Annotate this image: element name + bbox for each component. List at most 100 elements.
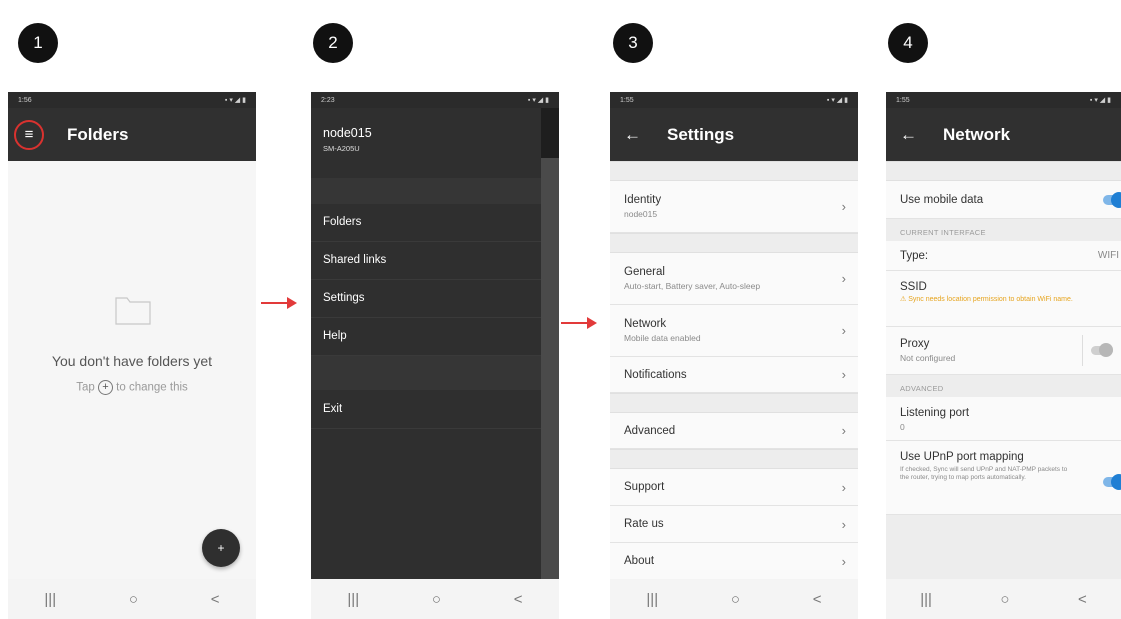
phone-folders-screen: 1:56 ▪ ▾ ◢ ▮ ≡ Folders You don't have fo… — [8, 92, 256, 619]
page-title: Settings — [667, 124, 735, 144]
folder-icon — [115, 297, 151, 325]
home-button[interactable]: ○ — [1000, 591, 1009, 608]
row-title: Rate us — [624, 518, 664, 530]
home-button[interactable]: ○ — [129, 591, 138, 608]
status-time: 1:55 — [896, 96, 910, 104]
settings-list: Identity node015 › General Auto-start, B… — [610, 161, 858, 580]
status-bar: 1:55 ▪ ▾ ◢ ▮ — [886, 92, 1121, 108]
drawer-item-shared-links[interactable]: Shared links — [311, 242, 541, 280]
recents-button[interactable]: ||| — [920, 591, 932, 608]
proxy-toggle[interactable] — [1091, 343, 1113, 357]
settings-row-about[interactable]: About › — [610, 543, 858, 580]
back-arrow-icon[interactable]: ← — [900, 125, 917, 145]
network-settings-list: Use mobile data CURRENT INTERFACE Type: … — [886, 161, 1121, 579]
back-button[interactable]: < — [813, 591, 822, 608]
row-title: Use UPnP port mapping — [900, 451, 1024, 463]
interface-type-value: WIFI — [1097, 250, 1119, 261]
settings-row-support[interactable]: Support › — [610, 469, 858, 506]
upnp-row[interactable]: Use UPnP port mapping If checked, Sync w… — [886, 441, 1121, 515]
scrim-appbar-shade — [541, 108, 559, 158]
settings-row-identity[interactable]: Identity node015 › — [610, 181, 858, 233]
back-button[interactable]: < — [211, 591, 220, 608]
row-subtitle: 0 — [900, 422, 905, 432]
mobile-data-toggle[interactable] — [1103, 191, 1121, 208]
app-bar: ≡ Folders — [8, 108, 256, 161]
row-title: Advanced — [624, 424, 676, 437]
recents-button[interactable]: ||| — [347, 591, 359, 608]
status-time: 1:55 — [620, 96, 634, 104]
drawer-item-folders[interactable]: Folders — [311, 204, 541, 242]
row-title: Network — [624, 318, 667, 330]
drawer-scrim[interactable] — [541, 108, 559, 579]
settings-row-rate-us[interactable]: Rate us › — [610, 506, 858, 543]
home-button[interactable]: ○ — [731, 591, 740, 608]
drawer-header: node015 SM-A205U — [311, 108, 541, 178]
proxy-row[interactable]: Proxy Not configured — [886, 327, 1121, 375]
group-separator — [610, 161, 858, 181]
upnp-description: If checked, Sync will send UPnP and NAT-… — [900, 466, 1068, 482]
interface-type-row: Type: WIFI — [886, 241, 1121, 271]
app-bar: ← Settings — [610, 108, 858, 161]
row-text: Proxy Not configured — [900, 338, 955, 363]
home-button[interactable]: ○ — [432, 591, 441, 608]
back-arrow-icon[interactable]: ← — [624, 125, 641, 145]
chevron-right-icon: › — [841, 199, 846, 214]
menu-button[interactable]: ≡ — [14, 119, 44, 150]
listening-port-row[interactable]: Listening port 0 — [886, 397, 1121, 441]
settings-row-general[interactable]: General Auto-start, Battery saver, Auto-… — [610, 253, 858, 305]
row-title: About — [624, 555, 655, 567]
recents-button[interactable]: ||| — [646, 591, 658, 608]
group-separator — [610, 233, 858, 253]
status-icons: ▪ ▾ ◢ ▮ — [224, 97, 246, 104]
phone-drawer-screen: 2:23 ▪ ▾ ◢ ▮ node015 SM-A205U Folders Sh… — [311, 92, 559, 619]
upnp-toggle[interactable] — [1103, 474, 1121, 490]
page-title: Network — [943, 124, 1011, 144]
step-badge-4: 4 — [888, 23, 928, 63]
drawer-item-help[interactable]: Help — [311, 318, 541, 356]
row-subtitle: node015 — [624, 209, 658, 219]
arrow-right-icon — [561, 317, 597, 329]
hamburger-icon: ≡ — [24, 126, 34, 143]
status-icons: ▪ ▾ ◢ ▮ — [826, 97, 848, 104]
chevron-right-icon: › — [841, 553, 846, 569]
back-button[interactable]: < — [1078, 591, 1087, 608]
ssid-row: SSID ⚠ Sync needs location permission to… — [886, 271, 1121, 327]
app-bar: ← Network — [886, 108, 1121, 161]
row-title: Notifications — [624, 368, 687, 381]
status-icons: ▪ ▾ ◢ ▮ — [527, 97, 549, 104]
system-nav-bar: ||| ○ < — [8, 579, 256, 619]
phone-network-screen: 1:55 ▪ ▾ ◢ ▮ ← Network Use mobile data C… — [886, 92, 1121, 619]
back-button[interactable]: < — [514, 591, 523, 608]
row-title: SSID — [900, 281, 927, 293]
chevron-right-icon: › — [841, 271, 846, 286]
chevron-right-icon: › — [841, 323, 846, 338]
mobile-data-row[interactable]: Use mobile data — [886, 181, 1121, 219]
settings-row-network[interactable]: Network Mobile data enabled › — [610, 305, 858, 357]
chevron-right-icon: › — [841, 367, 846, 382]
drawer-panel: node015 SM-A205U Folders Shared links Se… — [311, 108, 541, 579]
status-bar: 1:55 ▪ ▾ ◢ ▮ — [610, 92, 858, 108]
drawer-divider — [311, 178, 541, 204]
settings-row-advanced[interactable]: Advanced › — [610, 413, 858, 449]
system-nav-bar: ||| ○ < — [311, 579, 559, 619]
system-nav-bar: ||| ○ < — [886, 579, 1121, 619]
settings-row-notifications[interactable]: Notifications › — [610, 357, 858, 393]
empty-title: You don't have folders yet — [51, 353, 213, 369]
row-subtitle: Not configured — [900, 353, 956, 363]
drawer-item-exit[interactable]: Exit — [311, 390, 541, 429]
divider — [1082, 335, 1083, 366]
drawer-item-settings[interactable]: Settings — [311, 280, 541, 318]
page-title: Folders — [67, 124, 129, 144]
row-title: Proxy — [900, 338, 930, 350]
ssid-warning: ⚠ Sync needs location permission to obta… — [900, 296, 1073, 303]
row-title: Identity — [624, 194, 662, 206]
status-bar: 2:23 ▪ ▾ ◢ ▮ — [311, 92, 559, 108]
row-title: Type: — [900, 249, 929, 262]
chevron-right-icon: › — [841, 479, 846, 495]
recents-button[interactable]: ||| — [44, 591, 56, 608]
add-folder-button[interactable]: + — [202, 529, 240, 567]
system-nav-bar: ||| ○ < — [610, 579, 858, 619]
step-badge-2: 2 — [313, 23, 353, 63]
row-subtitle: Mobile data enabled — [624, 333, 701, 343]
row-title: Use mobile data — [900, 193, 984, 206]
